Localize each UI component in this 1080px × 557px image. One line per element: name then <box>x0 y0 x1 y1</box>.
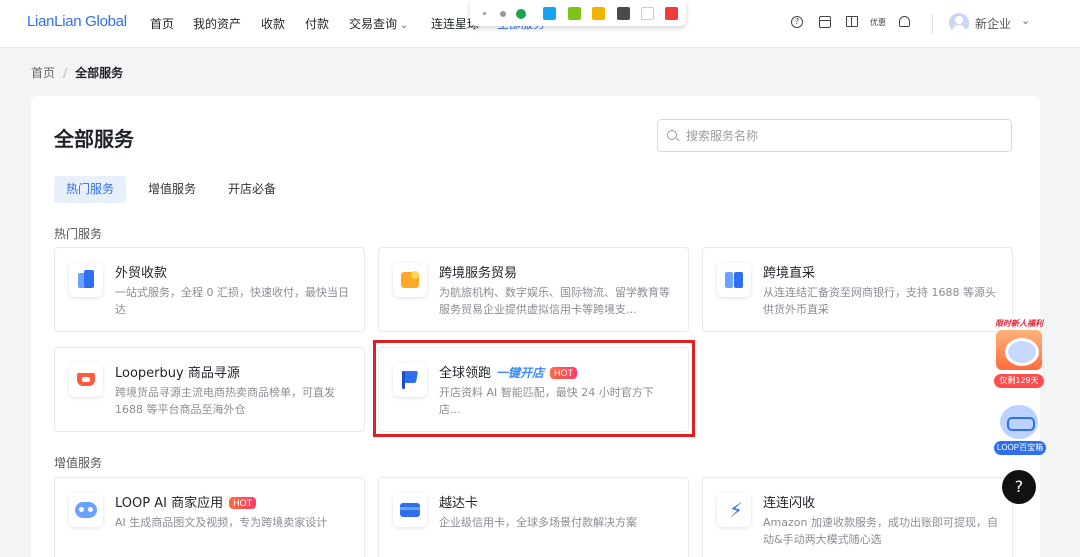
color-swatch-blue[interactable] <box>543 7 556 20</box>
service-name: Looperbuy 商品寻源 <box>115 366 240 381</box>
help-circle-icon[interactable]: ? <box>791 16 803 28</box>
service-card-flash-receive[interactable]: ⚡ 连连闪收 Amazon 加速收款服务，成功出账即可提现，自动&手动两大模式随… <box>702 477 1013 557</box>
service-desc: 为航旅机构、数字娱乐、国际物流、留学教育等服务贸易企业提供虚拟信用卡等跨境支..… <box>439 286 670 316</box>
avatar[interactable] <box>949 13 969 33</box>
tab-store-essentials[interactable]: 开店必备 <box>216 176 288 203</box>
service-card-looperbuy[interactable]: Looperbuy 商品寻源 跨境货品寻源主流电商热卖商品榜单，可直发 1688… <box>54 347 365 432</box>
medium-dot-icon[interactable] <box>500 11 506 17</box>
chevron-down-icon[interactable]: ⌄ <box>1021 14 1030 27</box>
service-desc: AI 生成商品图文及视频，专为跨境卖家设计 <box>115 516 328 529</box>
document-icon[interactable] <box>819 16 831 28</box>
help-button[interactable]: ? <box>1002 470 1036 504</box>
breadcrumb-current: 全部服务 <box>75 66 124 80</box>
loop-mascot-icon <box>1000 405 1038 439</box>
nav-transactions-label: 交易查询 <box>349 17 398 31</box>
color-swatch-dark[interactable] <box>617 7 630 20</box>
service-name: 外贸收款 <box>115 266 168 281</box>
section-title-hot: 热门服务 <box>54 227 103 241</box>
annotation-toolbar <box>470 0 686 26</box>
wallet-icon <box>69 263 103 297</box>
book-icon <box>717 263 751 297</box>
service-card-yueda-card[interactable]: 越达卡 企业级信用卡，全球多场景付款解决方案 <box>378 477 689 557</box>
search-input[interactable] <box>686 126 996 146</box>
service-desc: 一站式服务，全程 0 汇损，快速收付，最快当日达 <box>115 286 349 316</box>
hot-badge: HOT <box>229 497 257 509</box>
service-desc: Amazon 加速收款服务，成功出账即可提现，自动&手动两大模式随心选 <box>763 516 998 546</box>
service-card-service-trade[interactable]: 跨境服务贸易 为航旅机构、数字娱乐、国际物流、留学教育等服务贸易企业提供虚拟信用… <box>378 247 689 332</box>
promo-title: 限时新人福利 <box>995 319 1043 328</box>
brand-logo[interactable]: LianLian Global <box>27 13 127 30</box>
promo-countdown: 仅剩129天 <box>994 374 1044 388</box>
bell-icon[interactable] <box>899 16 910 27</box>
nav-item-pay[interactable]: 付款 <box>305 15 329 32</box>
service-card-receive[interactable]: 外贸收款 一站式服务，全程 0 汇损，快速收付，最快当日达 <box>54 247 365 332</box>
gift-icon[interactable] <box>846 16 858 27</box>
color-swatch-yellow[interactable] <box>592 7 605 20</box>
new-user-promo[interactable]: 限时新人福利 仅剩129天 <box>990 318 1048 390</box>
section-title-value: 增值服务 <box>54 456 103 470</box>
nav-item-home[interactable]: 首页 <box>150 15 174 32</box>
color-swatch-green[interactable] <box>568 7 581 20</box>
color-swatch-red[interactable] <box>665 7 678 20</box>
divider <box>932 14 933 34</box>
service-desc: 跨境货品寻源主流电商热卖商品榜单，可直发 1688 等平台商品至海外仓 <box>115 386 335 416</box>
loop-toolbox-label: LOOP百宝箱 <box>994 441 1046 455</box>
highlight-box <box>373 340 695 437</box>
lightning-icon: ⚡ <box>717 493 751 527</box>
tab-hot[interactable]: 热门服务 <box>54 176 127 203</box>
chevron-down-icon: ⌄ <box>400 20 409 31</box>
service-desc: 从连连结汇备资至网商银行，支持 1688 等源头供货外币直采 <box>763 286 996 316</box>
nav-item-assets[interactable]: 我的资产 <box>193 15 241 32</box>
search-icon <box>667 130 677 140</box>
cart-icon <box>69 363 103 397</box>
service-name: 跨境直采 <box>763 266 816 281</box>
promo-label[interactable]: 优惠 <box>870 17 886 28</box>
service-card-loop-ai[interactable]: LOOP AI 商家应用 HOT AI 生成商品图文及视频，专为跨境卖家设计 <box>54 477 365 557</box>
robot-icon <box>69 493 103 527</box>
breadcrumb: 首页 / 全部服务 <box>31 66 124 80</box>
nav-item-receive[interactable]: 收款 <box>261 15 285 32</box>
gift-box-icon <box>996 330 1042 370</box>
service-name: 连连闪收 <box>763 496 816 511</box>
service-name: LOOP AI 商家应用 HOT <box>115 492 257 511</box>
credit-card-icon <box>393 493 427 527</box>
folder-icon <box>393 263 427 297</box>
nav-item-transactions[interactable]: 交易查询 ⌄ <box>349 15 408 32</box>
color-swatch-white[interactable] <box>641 7 654 20</box>
breadcrumb-home[interactable]: 首页 <box>31 66 55 80</box>
loop-toolbox[interactable]: LOOP百宝箱 <box>994 405 1046 457</box>
small-dot-icon[interactable] <box>483 12 486 15</box>
service-name: 越达卡 <box>439 496 479 511</box>
service-desc: 企业级信用卡，全球多场景付款解决方案 <box>439 516 637 529</box>
large-dot-icon[interactable] <box>516 9 526 19</box>
search-box[interactable] <box>657 119 1012 152</box>
service-name: 跨境服务贸易 <box>439 266 518 281</box>
page-title: 全部服务 <box>54 127 134 151</box>
tab-value-added[interactable]: 增值服务 <box>136 176 208 203</box>
company-name[interactable]: 新企业 <box>975 15 1011 32</box>
service-card-direct-purchase[interactable]: 跨境直采 从连连结汇备资至网商银行，支持 1688 等源头供货外币直采 <box>702 247 1013 332</box>
service-name-text: LOOP AI 商家应用 <box>115 496 224 511</box>
